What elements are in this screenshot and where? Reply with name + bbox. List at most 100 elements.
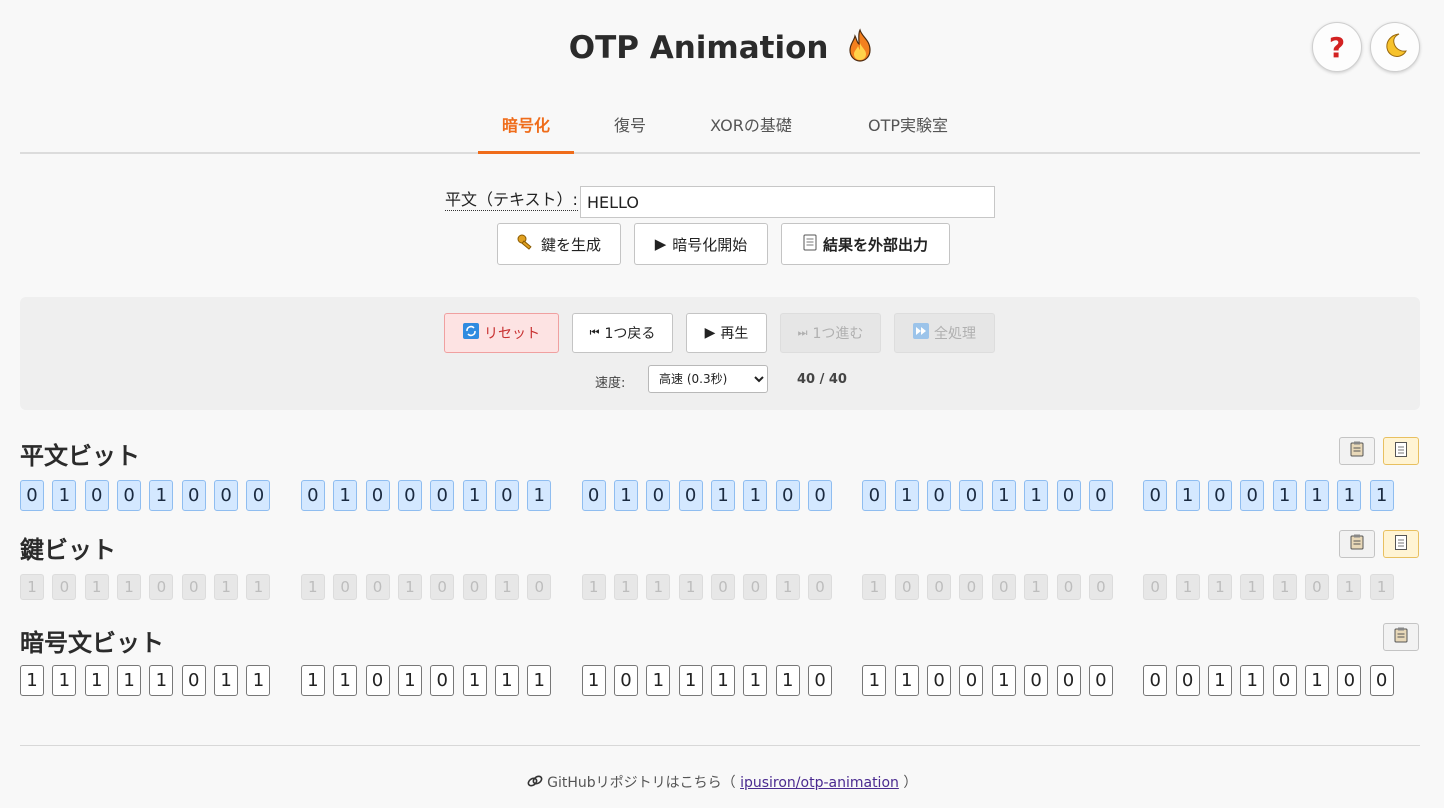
ciphertext-bit: 1 xyxy=(333,665,358,696)
key-bit: 0 xyxy=(959,574,984,600)
ciphertext-bit: 0 xyxy=(430,665,455,696)
key-bit: 0 xyxy=(527,574,552,600)
ciphertext-bit: 0 xyxy=(808,665,833,696)
key-bit: 0 xyxy=(808,574,833,600)
copy-key-button[interactable] xyxy=(1339,530,1375,558)
key-bit: 1 xyxy=(1369,574,1394,600)
key-bit: 1 xyxy=(397,574,422,600)
ciphertext-bit: 0 xyxy=(1369,665,1394,696)
key-icon xyxy=(517,233,535,255)
plaintext-bit: 1 xyxy=(527,480,552,511)
start-encrypt-button[interactable]: ▶ 暗号化開始 xyxy=(634,223,768,265)
ciphertext-bit: 0 xyxy=(613,665,638,696)
tab-decrypt[interactable]: 復号 xyxy=(590,104,670,152)
key-bit: 0 xyxy=(927,574,952,600)
plaintext-bits-title: 平文ビット xyxy=(20,442,140,470)
plaintext-bit: 0 xyxy=(397,480,422,511)
clipboard-icon xyxy=(1350,441,1364,461)
document-icon xyxy=(1395,534,1407,554)
github-link[interactable]: ipusiron/otp-animation xyxy=(740,775,899,791)
reset-label: リセット xyxy=(484,326,540,342)
plaintext-bit: 0 xyxy=(1143,480,1168,511)
step-forward-button[interactable]: ⏭ 1つ進む xyxy=(780,313,881,353)
plaintext-bit: 1 xyxy=(1175,480,1200,511)
export-key-button[interactable] xyxy=(1383,530,1419,558)
ciphertext-bit: 1 xyxy=(894,665,919,696)
plaintext-bit: 0 xyxy=(84,480,109,511)
ciphertext-bit: 1 xyxy=(246,665,271,696)
ciphertext-bit: 0 xyxy=(1272,665,1297,696)
key-bit: 1 xyxy=(1337,574,1362,600)
ciphertext-bit: 1 xyxy=(117,665,142,696)
process-all-button[interactable]: 全処理 xyxy=(894,313,995,353)
key-bit: 1 xyxy=(862,574,887,600)
ciphertext-bit: 1 xyxy=(646,665,671,696)
plaintext-bit: 0 xyxy=(214,480,239,511)
ciphertext-bit: 1 xyxy=(494,665,519,696)
tab-otp-lab[interactable]: OTP実験室 xyxy=(842,104,974,152)
ciphertext-bit: 1 xyxy=(462,665,487,696)
ciphertext-bit: 0 xyxy=(959,665,984,696)
ciphertext-bit: 1 xyxy=(775,665,800,696)
play-button[interactable]: ▶ 再生 xyxy=(686,313,767,353)
fast-forward-icon xyxy=(913,323,929,343)
plaintext-input[interactable] xyxy=(580,186,995,218)
help-button[interactable]: ? xyxy=(1312,22,1362,72)
key-bit: 0 xyxy=(462,574,487,600)
reset-button[interactable]: リセット xyxy=(444,313,559,353)
key-bit: 1 xyxy=(494,574,519,600)
generate-key-button[interactable]: 鍵を生成 xyxy=(497,223,621,265)
copy-plaintext-button[interactable] xyxy=(1339,437,1375,465)
plaintext-bit: 0 xyxy=(246,480,271,511)
export-label: 結果を外部出力 xyxy=(822,235,928,254)
key-bit: 1 xyxy=(300,574,325,600)
plaintext-bit: 0 xyxy=(1240,480,1265,511)
key-bit: 1 xyxy=(20,574,44,600)
plaintext-bit: 1 xyxy=(1369,480,1394,511)
document-icon xyxy=(1395,441,1407,461)
footer: GitHubリポジトリはこちら（ ipusiron/otp-animation … xyxy=(0,772,1444,792)
play-icon: ▶ xyxy=(654,235,667,253)
ciphertext-bit: 1 xyxy=(397,665,422,696)
step-forward-label: 1つ進む xyxy=(812,326,864,342)
key-bit: 1 xyxy=(678,574,703,600)
export-plaintext-button[interactable] xyxy=(1383,437,1419,465)
clipboard-icon xyxy=(1394,627,1408,647)
plaintext-bit: 1 xyxy=(991,480,1016,511)
ciphertext-bit: 0 xyxy=(365,665,390,696)
plaintext-bit: 0 xyxy=(1207,480,1232,511)
plaintext-bit: 0 xyxy=(581,480,606,511)
key-bit: 1 xyxy=(613,574,638,600)
plaintext-input-label: 平文（テキスト）: xyxy=(445,190,578,211)
key-bit: 0 xyxy=(711,574,735,600)
speed-select[interactable]: 高速 (0.3秒) xyxy=(648,365,768,393)
plaintext-bit: 0 xyxy=(678,480,703,511)
key-bit: 0 xyxy=(181,574,206,600)
key-bit: 0 xyxy=(430,574,455,600)
ciphertext-bit: 1 xyxy=(711,665,735,696)
key-bit: 1 xyxy=(1175,574,1200,600)
key-bit: 1 xyxy=(1272,574,1297,600)
moon-icon xyxy=(1381,31,1409,63)
tab-xor-basics[interactable]: XORの基礎 xyxy=(695,104,807,152)
ciphertext-bit: 0 xyxy=(1143,665,1168,696)
export-button[interactable]: 結果を外部出力 xyxy=(781,223,950,265)
footer-text: GitHubリポジトリはこちら（ xyxy=(547,775,736,791)
plaintext-bit: 1 xyxy=(1024,480,1049,511)
page-title: OTP Animation xyxy=(0,26,1444,70)
footer-divider xyxy=(20,745,1420,746)
refresh-icon xyxy=(463,323,479,343)
fire-icon xyxy=(845,28,875,62)
tab-encrypt[interactable]: 暗号化 xyxy=(478,104,574,154)
ciphertext-bit: 0 xyxy=(181,665,206,696)
copy-ciphertext-button[interactable] xyxy=(1383,623,1419,651)
plaintext-bit: 0 xyxy=(494,480,519,511)
ciphertext-bit: 1 xyxy=(527,665,552,696)
step-back-button[interactable]: ⏮ 1つ戻る xyxy=(572,313,673,353)
plaintext-bit: 0 xyxy=(117,480,142,511)
ciphertext-bit: 1 xyxy=(862,665,887,696)
key-bit: 1 xyxy=(214,574,239,600)
ciphertext-bit: 0 xyxy=(1024,665,1049,696)
plaintext-bit: 1 xyxy=(1337,480,1362,511)
theme-toggle-button[interactable] xyxy=(1370,22,1420,72)
